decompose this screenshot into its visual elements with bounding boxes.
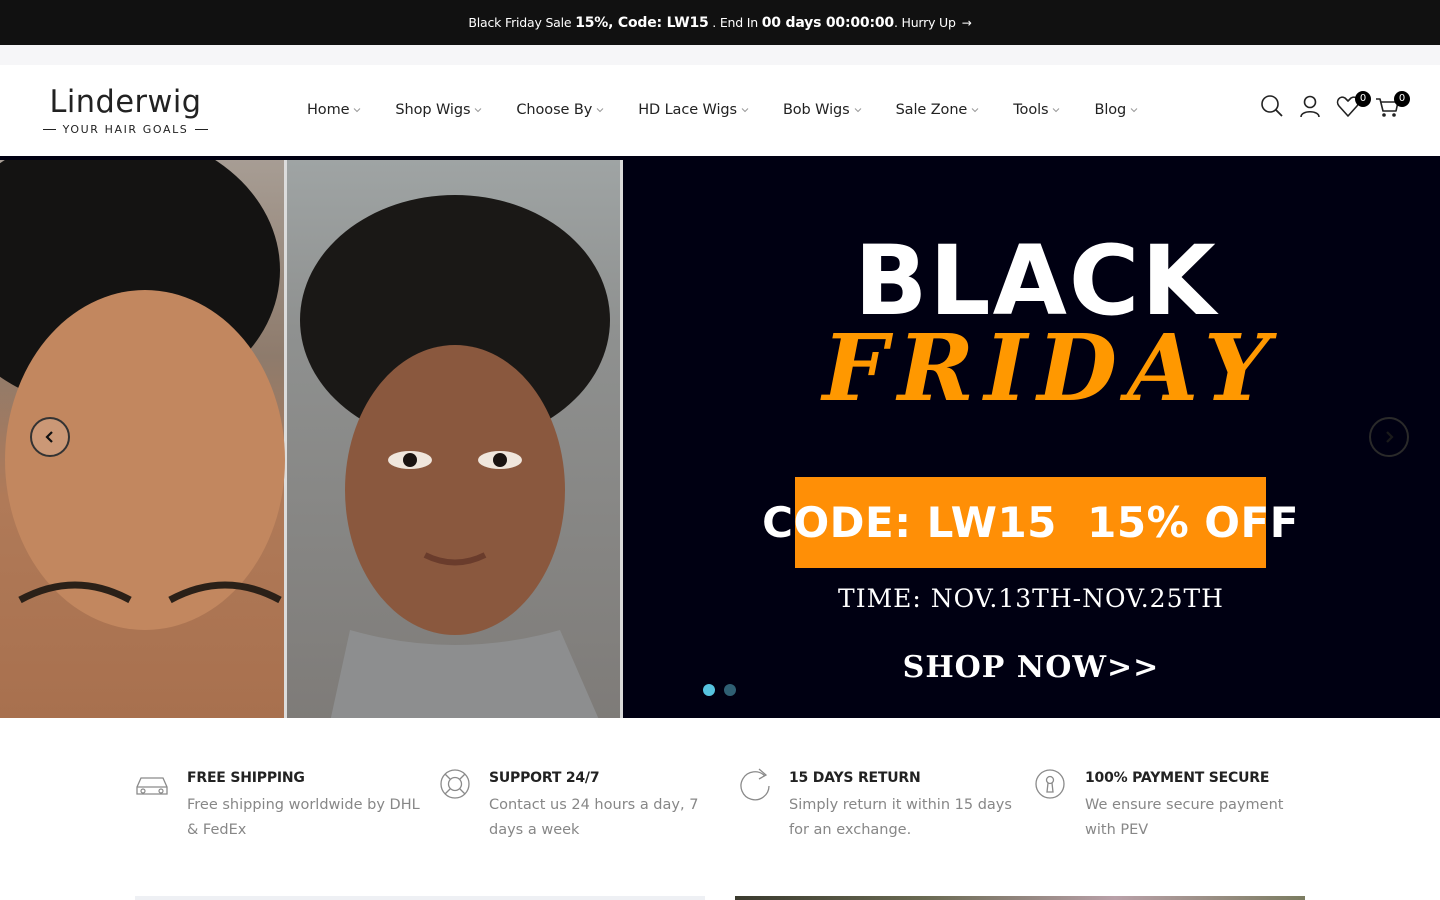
feature-secure-payment: 100% PAYMENT SECURE We ensure secure pay… (1033, 766, 1305, 846)
chevron-down-icon (854, 108, 861, 113)
hero-illustration (0, 160, 610, 718)
feature-title: SUPPORT 24/7 (489, 770, 600, 786)
chevron-down-icon (1053, 108, 1060, 113)
slider-next-button[interactable] (1369, 417, 1409, 457)
main-nav: Home Shop Wigs Choose By HD Lace Wigs Bo… (307, 100, 1172, 120)
header-icons: 0 0 (1260, 91, 1440, 125)
shop-now-link[interactable]: SHOP NOW>> (806, 650, 1256, 685)
header-spacer (0, 45, 1440, 65)
nav-item-label: Shop Wigs (395, 102, 471, 118)
nav-item-bob-wigs[interactable]: Bob Wigs (783, 100, 862, 120)
slider-prev-button[interactable] (30, 417, 70, 457)
feature-text: We ensure secure payment with PEV (1085, 797, 1284, 838)
chevron-down-icon (475, 108, 482, 113)
announcement-suffix: . Hurry Up (893, 15, 956, 30)
nav-item-label: Tools (1013, 102, 1049, 118)
promo-card-left[interactable] (135, 896, 705, 900)
nav-item-label: Blog (1094, 102, 1127, 118)
feature-text: Free shipping worldwide by DHL & FedEx (187, 797, 420, 838)
refresh-icon (740, 768, 770, 801)
user-icon (1300, 95, 1320, 118)
nav-item-label: Home (307, 102, 350, 118)
chevron-down-icon (1130, 108, 1138, 113)
announcement-countdown: 00 days 00:00:00 (761, 14, 894, 31)
announcement-prefix: Black Friday Sale (468, 15, 576, 30)
cart-count-badge: 0 (1394, 91, 1410, 107)
chevron-down-icon (971, 108, 979, 113)
hero-code-box: CODE: LW15 15% OFF (762, 477, 1298, 568)
lifebuoy-icon (440, 769, 470, 799)
nav-item-label: Choose By (516, 102, 593, 118)
hero-time: TIME: NOV.13TH-NOV.25TH (838, 584, 1224, 613)
features-row: FREE SHIPPING Free shipping worldwide by… (135, 766, 1305, 846)
logo-dash-left (42, 129, 56, 130)
wishlist-count-badge: 0 (1355, 91, 1371, 107)
chevron-down-icon (741, 108, 749, 113)
nav-item-label: HD Lace Wigs (638, 102, 737, 118)
slider-dot-1[interactable] (703, 684, 715, 696)
chevron-down-icon (596, 108, 604, 113)
nav-item-sale-zone[interactable]: Sale Zone (896, 100, 980, 120)
hero-slider[interactable]: BLACK FRIDAY CODE: LW15 15% OFF TIME: NO… (0, 156, 1440, 718)
nav-item-label: Bob Wigs (782, 102, 850, 118)
chevron-down-icon (354, 108, 361, 113)
nav-item-label: Sale Zone (895, 102, 968, 118)
feature-title: 15 DAYS RETURN (789, 770, 921, 786)
nav-item-choose-by[interactable]: Choose By (516, 100, 604, 120)
lock-icon (1035, 769, 1065, 799)
account-button[interactable] (1298, 91, 1324, 121)
feature-text: Simply return it within 15 days for an ex… (789, 797, 1012, 838)
car-icon (136, 777, 168, 795)
logo-dash-right (195, 129, 209, 130)
announcement-middle: . End In (708, 15, 762, 30)
logo[interactable]: Linderwig YOUR HAIR GOALS (28, 85, 223, 141)
hero-photo (0, 160, 623, 718)
logo-tagline-row: YOUR HAIR GOALS (28, 123, 223, 136)
search-button[interactable] (1260, 91, 1286, 121)
announcement-code: 15%, Code: LW15 (575, 14, 709, 31)
nav-item-shop-wigs[interactable]: Shop Wigs (395, 100, 482, 120)
promo-card-right[interactable] (735, 896, 1305, 900)
logo-name: Linderwig (49, 84, 202, 120)
feature-support: SUPPORT 24/7 Contact us 24 hours a day, … (437, 766, 727, 846)
chevron-left-icon (45, 431, 53, 443)
hero-banner: BLACK FRIDAY CODE: LW15 15% OFF TIME: NO… (626, 156, 1440, 718)
feature-title: FREE SHIPPING (187, 770, 305, 786)
arrow-right-icon[interactable]: → (962, 16, 972, 30)
hero-heading-friday: FRIDAY (822, 314, 1280, 422)
chevron-right-icon (1386, 431, 1394, 443)
slider-dots (703, 684, 736, 696)
cart-button[interactable]: 0 (1375, 91, 1410, 121)
site-header: Linderwig YOUR HAIR GOALS Home Shop Wigs… (0, 65, 1440, 156)
feature-return: 15 DAYS RETURN Simply return it within 1… (737, 766, 1027, 846)
nav-item-blog[interactable]: Blog (1094, 100, 1138, 120)
logo-tagline: YOUR HAIR GOALS (62, 123, 189, 136)
nav-item-home[interactable]: Home (307, 100, 361, 120)
announcement-bar[interactable]: Black Friday Sale 15%, Code: LW15 . End … (0, 0, 1440, 45)
search-icon (1261, 95, 1283, 117)
wishlist-button[interactable]: 0 (1336, 91, 1371, 121)
nav-item-tools[interactable]: Tools (1013, 100, 1060, 120)
feature-text: Contact us 24 hours a day, 7 days a week (489, 797, 699, 838)
feature-title: 100% PAYMENT SECURE (1085, 770, 1270, 786)
slider-dot-2[interactable] (724, 684, 736, 696)
nav-item-hd-lace-wigs[interactable]: HD Lace Wigs (638, 100, 749, 120)
feature-free-shipping: FREE SHIPPING Free shipping worldwide by… (135, 766, 425, 846)
